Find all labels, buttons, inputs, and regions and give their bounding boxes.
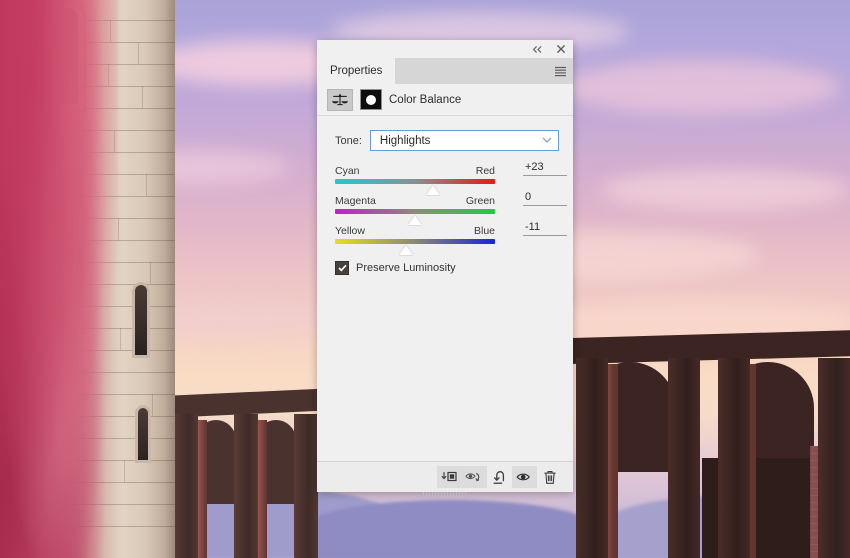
clip-to-layer-icon: [441, 471, 457, 482]
tone-select-value: Highlights: [379, 134, 431, 147]
slider-track[interactable]: [335, 179, 495, 195]
slider-value-magenta-green[interactable]: 0: [523, 191, 567, 206]
eye-slash-icon: [465, 472, 480, 482]
preserve-luminosity-label: Preserve Luminosity: [356, 262, 456, 274]
slider-left-label: Yellow: [335, 225, 365, 237]
adjustment-title: Color Balance: [389, 93, 462, 106]
tower-window: [135, 285, 147, 355]
slider-track[interactable]: [335, 239, 495, 255]
slider-left-label: Magenta: [335, 195, 376, 207]
slider-magenta-green: Magenta Green 0: [335, 191, 573, 225]
close-icon[interactable]: [554, 43, 567, 56]
screen: Properties Color Balance Tone: Highlight…: [0, 0, 850, 558]
layer-mask-thumbnail[interactable]: [360, 89, 382, 110]
panel-menu-icon: [554, 66, 566, 76]
slider-thumb[interactable]: [408, 215, 422, 225]
slider-thumb[interactable]: [399, 245, 414, 255]
tab-properties[interactable]: Properties: [317, 58, 396, 84]
preserve-luminosity-checkbox[interactable]: [335, 261, 349, 275]
tone-label: Tone:: [335, 134, 362, 147]
slider-value-yellow-blue[interactable]: -11: [523, 221, 567, 236]
adjustment-header: Color Balance: [317, 84, 573, 116]
clip-to-layer-button[interactable]: [437, 466, 462, 488]
panel-titlebar: [317, 40, 573, 58]
cloud: [560, 60, 840, 114]
arch-pier: [294, 414, 318, 558]
reset-adjustment-button[interactable]: [487, 466, 512, 488]
preserve-luminosity-row: Preserve Luminosity: [317, 255, 573, 275]
slider-right-label: Blue: [473, 225, 495, 237]
color-sliders: Cyan Red +23 Magenta Green 0 Yellow Blue…: [317, 161, 573, 255]
arch-pier: [174, 414, 198, 558]
preview-toggle-button[interactable]: [512, 466, 537, 488]
arch-pier: [234, 414, 258, 558]
slider-right-label: Green: [465, 195, 495, 207]
arch-pier: [576, 358, 608, 558]
slider-left-label: Cyan: [335, 165, 360, 177]
eye-icon: [516, 473, 530, 481]
properties-panel: Properties Color Balance Tone: Highlight…: [317, 40, 573, 498]
tower-window: [138, 408, 148, 460]
tone-row: Tone: Highlights: [317, 130, 573, 151]
arch-pier: [818, 358, 850, 558]
aqueduct-right: [572, 330, 850, 558]
panel-footer: [317, 461, 573, 492]
arch-pier: [718, 358, 750, 558]
tabstrip-filler: [395, 58, 547, 84]
panel-body: Tone: Highlights Cyan Red +23 Magenta Gr…: [317, 116, 573, 461]
trash-icon: [544, 470, 555, 484]
flowering-vine: [0, 0, 118, 558]
cloud: [600, 170, 850, 210]
color-balance-scales-icon[interactable]: [327, 88, 353, 111]
slider-yellow-blue: Yellow Blue -11: [335, 221, 573, 255]
tone-select[interactable]: Highlights: [369, 130, 559, 151]
distant-hill: [300, 500, 600, 558]
slider-thumb[interactable]: [426, 185, 441, 195]
arch-pier: [668, 358, 700, 558]
collapse-panel-icon[interactable]: [531, 43, 544, 56]
panel-tabstrip: Properties: [317, 58, 573, 84]
slider-cyan-red: Cyan Red +23: [335, 161, 573, 195]
slider-right-label: Red: [475, 165, 495, 177]
toggle-layer-visibility-button[interactable]: [462, 466, 487, 488]
checkmark-icon: [337, 264, 347, 272]
reset-arrow-icon: [493, 470, 505, 484]
panel-resize-grip[interactable]: [423, 492, 467, 498]
tab-properties-label: Properties: [330, 65, 383, 77]
panel-menu-button[interactable]: [547, 58, 573, 84]
chevron-down-icon: [542, 136, 552, 145]
slider-value-cyan-red[interactable]: +23: [523, 161, 567, 176]
delete-layer-button[interactable]: [537, 466, 562, 488]
slider-track[interactable]: [335, 209, 495, 225]
